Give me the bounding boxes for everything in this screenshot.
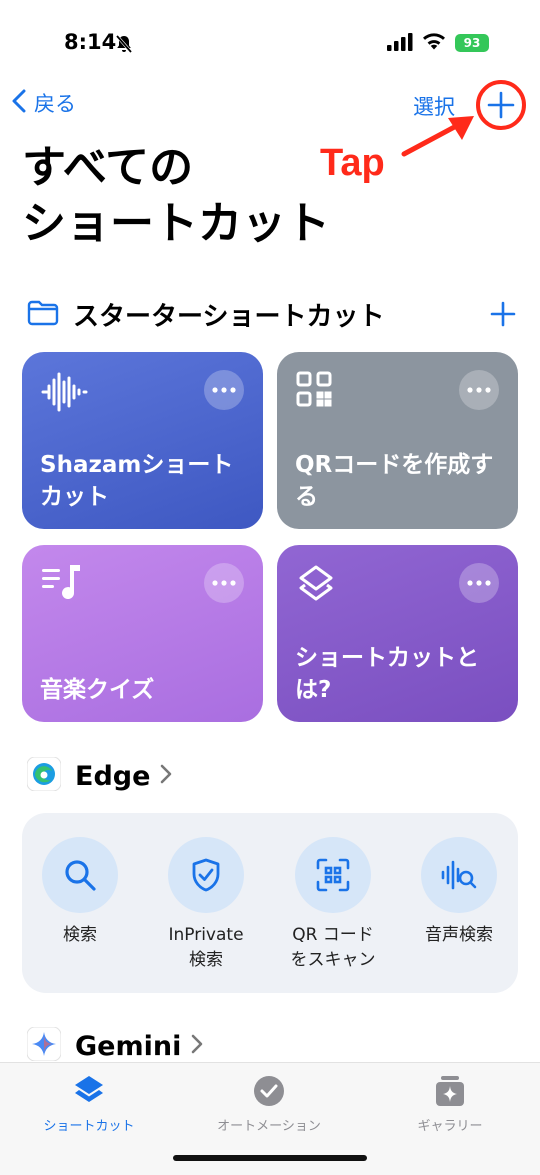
action-label: QR コード をスキャン <box>290 925 376 970</box>
gemini-section-header[interactable]: Gemini <box>26 1026 203 1065</box>
stack-icon <box>295 563 337 609</box>
battery-icon: 93 <box>455 34 489 52</box>
tab-label: オートメーション <box>217 1119 321 1134</box>
status-time: 8:14 <box>64 30 117 54</box>
chevron-right-icon <box>160 764 172 788</box>
edge-section-title: Edge <box>75 760 151 792</box>
edge-action-inprivate-search[interactable]: InPrivate 検索 <box>151 837 261 973</box>
plus-icon <box>487 91 515 119</box>
action-label: 音声検索 <box>425 925 493 945</box>
card-label: ショートカットとは? <box>295 645 479 703</box>
ellipsis-icon <box>212 580 236 586</box>
folder-icon <box>27 300 59 330</box>
more-button[interactable] <box>459 563 499 603</box>
starter-section-title: スターターショートカット <box>73 302 385 332</box>
tab-gallery[interactable]: ギャラリー <box>380 1073 520 1134</box>
edge-app-icon <box>26 756 62 795</box>
ellipsis-icon <box>212 387 236 393</box>
ellipsis-icon <box>467 580 491 586</box>
gemini-section-title: Gemini <box>75 1030 182 1062</box>
wifi-icon <box>422 32 446 55</box>
edge-action-qr-scan[interactable]: QR コード をスキャン <box>278 837 388 973</box>
checkmark-clock-icon <box>199 1073 339 1109</box>
silent-bell-icon <box>114 34 134 58</box>
tab-shortcuts[interactable]: ショートカット <box>19 1073 159 1134</box>
edge-action-voice-search[interactable]: 音声検索 <box>404 837 514 948</box>
qr-scan-icon <box>295 837 371 913</box>
plus-icon <box>490 301 516 327</box>
more-button[interactable] <box>204 563 244 603</box>
music-list-icon <box>40 563 84 607</box>
page-title: すべての ショートカット <box>22 142 330 249</box>
back-label: 戻る <box>34 92 76 116</box>
more-button[interactable] <box>459 370 499 410</box>
add-shortcut-button[interactable] <box>476 80 526 130</box>
action-label: InPrivate 検索 <box>168 925 244 970</box>
stack-icon <box>19 1073 159 1109</box>
card-label: 音楽クイズ <box>40 677 155 703</box>
edge-actions-panel: 検索 InPrivate 検索 QR コード をスキャン 音声検索 <box>22 813 518 993</box>
shield-check-icon <box>168 837 244 913</box>
signal-icon <box>387 33 413 55</box>
edge-action-search[interactable]: 検索 <box>25 837 135 948</box>
search-icon <box>42 837 118 913</box>
voice-search-icon <box>421 837 497 913</box>
shortcut-card-shazam[interactable]: Shazamショートカット <box>22 352 263 529</box>
card-label: QRコードを作成する <box>295 452 494 510</box>
card-label: Shazamショートカット <box>40 452 234 510</box>
tab-label: ショートカット <box>43 1119 135 1134</box>
chevron-left-icon <box>12 89 26 118</box>
back-button[interactable]: 戻る <box>12 88 76 118</box>
shortcut-card-music-quiz[interactable]: 音楽クイズ <box>22 545 263 722</box>
shortcut-card-qr-create[interactable]: QRコードを作成する <box>277 352 518 529</box>
gemini-app-icon <box>26 1026 62 1065</box>
starter-add-button[interactable] <box>490 301 516 331</box>
qrcode-icon <box>295 370 333 412</box>
starter-section-header: スターターショートカット <box>27 296 384 333</box>
action-label: 検索 <box>63 925 97 945</box>
shortcut-card-what-is-shortcut[interactable]: ショートカットとは? <box>277 545 518 722</box>
chevron-right-icon <box>191 1034 203 1058</box>
home-indicator <box>173 1155 367 1161</box>
waveform-icon <box>40 370 88 418</box>
edge-section-header[interactable]: Edge <box>26 756 172 795</box>
tab-label: ギャラリー <box>417 1119 483 1134</box>
more-button[interactable] <box>204 370 244 410</box>
gallery-sparkle-icon <box>380 1073 520 1109</box>
tab-automation[interactable]: オートメーション <box>199 1073 339 1134</box>
ellipsis-icon <box>467 387 491 393</box>
